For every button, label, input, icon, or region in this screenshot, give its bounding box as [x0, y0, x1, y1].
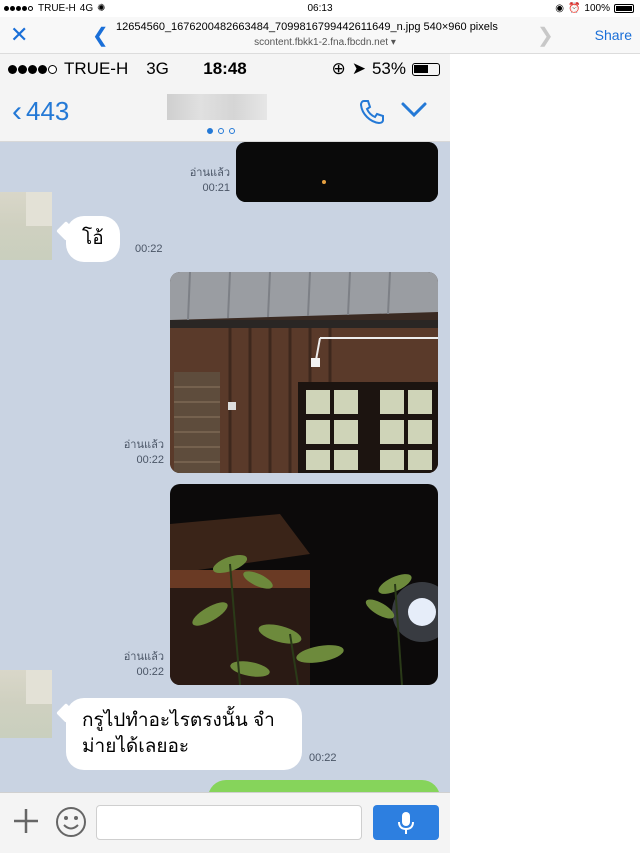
night-photo	[236, 142, 438, 202]
chevron-down-icon[interactable]	[400, 100, 428, 120]
empty-viewer-area	[450, 54, 640, 853]
microphone-icon	[398, 811, 414, 834]
page-dot	[218, 128, 224, 134]
photo-message[interactable]	[236, 142, 438, 202]
alarm-icon: ⏰	[567, 3, 581, 14]
message-meta: อ่านแล้ว 00:22	[110, 650, 164, 680]
image-viewer-toolbar: ✕ ❮ 12654560_1676200482663484_7099816799…	[0, 17, 640, 54]
phone-rotation-lock-icon: ⊕	[331, 59, 346, 78]
message-time: 00:22	[135, 243, 163, 255]
back-arrow-icon: ‹	[12, 94, 22, 128]
emoji-icon[interactable]	[54, 805, 88, 839]
page-dot	[229, 128, 235, 134]
blurred-avatar	[0, 670, 52, 738]
battery-icon	[614, 4, 634, 13]
blurred-contact-name	[167, 94, 267, 120]
device-status-bar: TRUE-H 4G ✺ 06:13 ◉ ⏰ 100%	[0, 0, 640, 17]
phone-battery-icon	[412, 62, 440, 76]
message-text-line: ม่ายได้เลยอะ	[82, 736, 190, 757]
message-meta: อ่านแล้ว 00:21	[180, 166, 230, 196]
message-text-line: กรูไปทำอะไรตรงนั้น จำ	[82, 710, 275, 731]
phone-battery-label: 53%	[371, 59, 406, 78]
photo-message[interactable]	[170, 484, 438, 685]
share-button[interactable]: Share	[595, 27, 632, 43]
phone-status-bar: TRUE-H 3G 18:48 ⊕ ➤ 53%	[0, 54, 450, 84]
phone-call-icon[interactable]	[358, 98, 386, 126]
phone-status-right: ⊕ ➤ 53%	[331, 59, 440, 79]
incoming-text-bubble[interactable]: โอ้	[66, 216, 120, 262]
image-title: 12654560_1676200482663484_70998167994426…	[116, 21, 498, 33]
chat-screenshot: TRUE-H 3G 18:48 ⊕ ➤ 53% ‹ 443 อ่านแล้ว 0…	[0, 54, 450, 853]
rotation-lock-icon: ◉	[555, 3, 564, 14]
chat-back-button[interactable]: ‹ 443	[12, 96, 69, 127]
voice-button[interactable]	[373, 805, 439, 840]
status-right: ◉ ⏰ 100%	[555, 3, 634, 14]
forward-chevron-icon[interactable]: ❯	[537, 23, 554, 48]
page-dot-active	[207, 128, 213, 134]
page-indicator	[207, 128, 235, 134]
plus-icon[interactable]	[10, 805, 42, 837]
incoming-text-bubble[interactable]: กรูไปทำอะไรตรงนั้น จำ ม่ายได้เลยอะ	[66, 698, 302, 770]
read-receipt: อ่านแล้ว	[189, 167, 230, 179]
garden-photo	[170, 484, 438, 685]
message-text: โอ้	[82, 228, 104, 249]
message-time: 00:22	[136, 454, 164, 466]
chat-header: ‹ 443	[0, 84, 450, 142]
read-receipt: อ่านแล้ว	[123, 439, 164, 451]
message-meta: อ่านแล้ว 00:22	[110, 438, 164, 468]
message-time: 00:22	[309, 752, 337, 764]
message-input-bar	[0, 792, 450, 853]
house-photo	[170, 272, 438, 473]
message-input[interactable]	[96, 805, 362, 840]
read-receipt: อ่านแล้ว	[123, 651, 164, 663]
message-time: 00:21	[202, 182, 230, 194]
unread-count: 443	[26, 96, 70, 126]
blurred-avatar	[0, 192, 52, 260]
clock: 06:13	[307, 3, 333, 14]
message-time: 00:22	[136, 666, 164, 678]
battery-label: 100%	[584, 3, 610, 14]
location-arrow-icon: ➤	[351, 59, 366, 78]
photo-message[interactable]	[170, 272, 438, 473]
